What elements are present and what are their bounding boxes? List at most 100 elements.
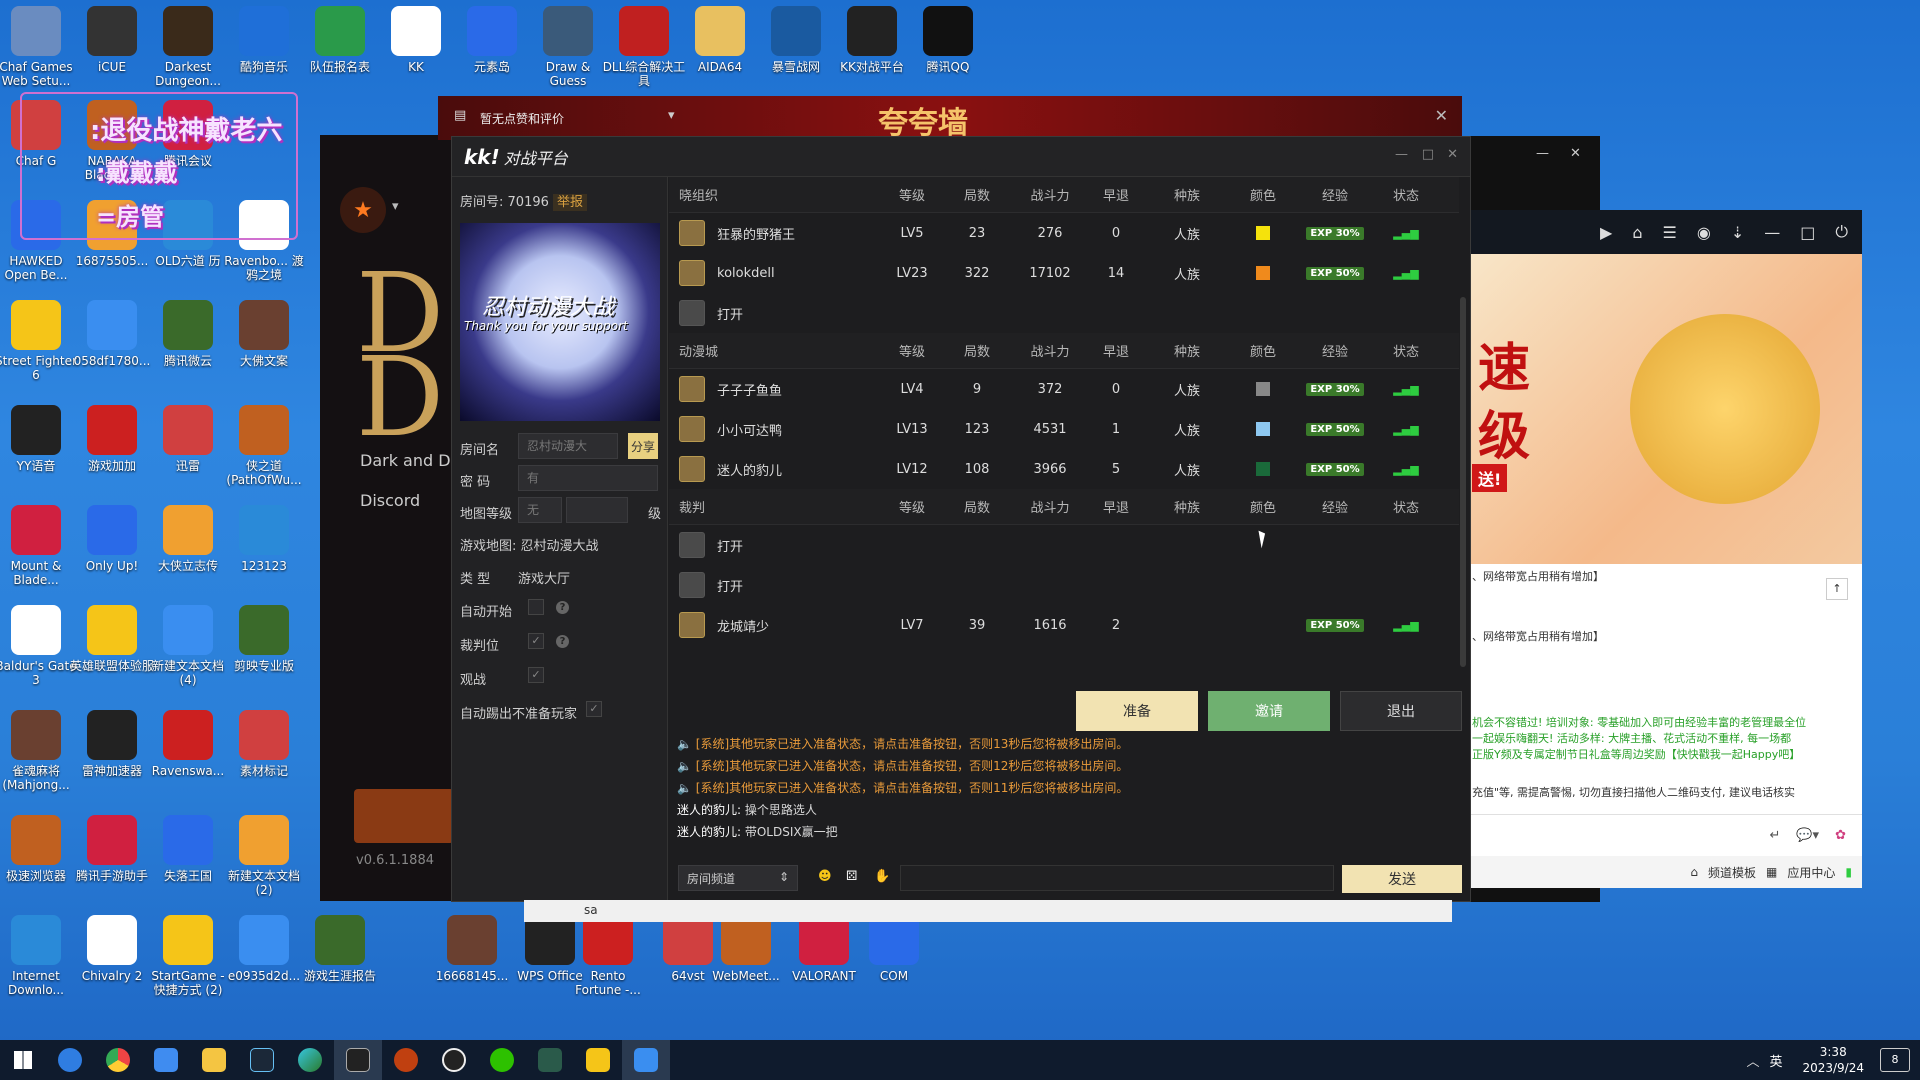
desktop-icon[interactable]: StartGame - 快捷方式 (2) [146,915,230,997]
ready-button[interactable]: 准备 [1076,691,1198,731]
video-icon[interactable]: ▶ [1600,223,1612,242]
player-row[interactable]: 狂暴的野猪王 LV5 23 276 0 人族 EXP 30% ▂▄▆ [669,213,1459,253]
windows-start-icon[interactable] [0,1040,46,1080]
spectate-checkbox[interactable]: ✓ [528,667,544,683]
desktop-icon[interactable]: 素材标记 [222,710,306,778]
game-title[interactable]: Dark and D [360,451,451,470]
chevron-down-icon[interactable]: ▾ [668,108,675,123]
desktop-icon[interactable]: Darkest Dungeon... [146,6,230,88]
edge-icon[interactable] [286,1040,334,1080]
chrome-icon[interactable] [94,1040,142,1080]
map-level-input[interactable] [566,497,628,523]
maximize-icon[interactable]: □ [1800,223,1815,242]
player-row[interactable]: 打开 [669,525,1459,565]
play-button[interactable] [354,789,454,843]
map-level-select[interactable]: 无 [518,497,562,523]
desktop-icon[interactable]: 雀魂麻将 (Mahjong... [0,710,78,792]
yy-promo-banner[interactable]: 速 级 送! [1470,254,1862,564]
player-row[interactable]: 子子子鱼鱼 LV4 9 372 0 人族 EXP 30% ▂▄▆ [669,369,1459,409]
desktop-icon[interactable]: Internet Downlo... [0,915,78,997]
player-row[interactable]: 龙城靖少 LV7 39 1616 2 EXP 50% ▂▄▆ [669,605,1459,645]
minimize-icon[interactable]: — [1395,147,1408,162]
desktop-icon[interactable]: 侠之道 (PathOfWu... [222,405,306,487]
desktop-icon[interactable]: 队伍报名表 [298,6,382,74]
kugou-icon[interactable] [46,1040,94,1080]
desktop-icon[interactable]: Chaf Games Web Setu... [0,6,78,88]
close-icon[interactable]: ✕ [1447,147,1458,162]
apps-icon[interactable]: ▦ [1766,865,1777,879]
exit-button[interactable]: 退出 [1340,691,1462,731]
desktop-icon[interactable]: 大侠立志传 [146,505,230,573]
tray-chevron-icon[interactable]: ︿ [1746,1051,1759,1070]
gameplus-taskbar-icon[interactable] [622,1040,670,1080]
notification-icon[interactable]: 8 [1880,1048,1910,1072]
room-name-input[interactable]: 忍村动漫大 [518,433,618,459]
password-input[interactable]: 有 [518,465,658,491]
wechat-icon[interactable] [478,1040,526,1080]
record-taskbar-icon[interactable] [430,1040,478,1080]
chat-icon[interactable]: 💬▾ [1796,828,1819,843]
close-icon[interactable]: ✕ [1435,106,1448,125]
desktop-icon[interactable]: YY语音 [0,405,78,473]
invite-button[interactable]: 邀请 [1208,691,1330,731]
auto-kick-checkbox[interactable]: ✓ [586,701,602,717]
report-button[interactable]: 举报 [553,194,588,211]
help-icon[interactable]: ? [556,601,569,614]
desktop-icon[interactable]: Baldur's Gate 3 [0,605,78,687]
desktop-icon[interactable]: 腾讯QQ [906,6,990,74]
desktop-icon[interactable]: 酷狗音乐 [222,6,306,74]
desktop-icon[interactable]: 迅雷 [146,405,230,473]
emoji-icon[interactable]: ☻ [818,869,832,884]
maximize-icon[interactable]: □ [1422,147,1434,162]
send-button[interactable]: 发送 [1342,865,1462,893]
launcher-taskbar-icon[interactable] [382,1040,430,1080]
desktop-icon[interactable]: COM [852,915,936,983]
scroll-up-icon[interactable]: ↑ [1826,578,1848,600]
player-row[interactable]: 小小可达鸭 LV13 123 4531 1 人族 EXP 50% ▂▄▆ [669,409,1459,449]
minimize-icon[interactable]: — [1536,146,1549,161]
close-icon[interactable]: ✕ [1570,146,1581,161]
power-icon[interactable]: ⏻ [1835,222,1848,242]
player-row[interactable]: 迷人的豹儿 LV12 108 3966 5 人族 EXP 50% ▂▄▆ [669,449,1459,489]
referee-slot-checkbox[interactable]: ✓ [528,633,544,649]
kk-taskbar-icon[interactable] [334,1040,382,1080]
gamepad-icon[interactable]: ◉ [1697,223,1711,242]
desktop-icon[interactable]: 元素岛 [450,6,534,74]
desktop-icon[interactable]: 剪映专业版 [222,605,306,673]
desktop-icon[interactable]: 游戏加加 [70,405,154,473]
minimize-icon[interactable]: — [1764,223,1780,242]
home-icon[interactable]: ⌂ [1690,865,1698,879]
desktop-icon[interactable]: 新建文本文档 (2) [222,815,306,897]
player-row[interactable]: 打开 [669,565,1459,605]
desktop-icon[interactable]: Mount & Blade... [0,505,78,587]
desktop-icon[interactable]: Ravenswa... [146,710,230,778]
desktop-icon[interactable]: 失落王国 [146,815,230,883]
list-icon[interactable]: ☰ [1663,223,1677,242]
desktop-icon[interactable]: 腾讯手游助手 [70,815,154,883]
yy-taskbar-icon[interactable] [574,1040,622,1080]
desktop-icon[interactable]: Draw & Guess [526,6,610,88]
desktop-icon[interactable]: Rento Fortune -... [566,915,650,997]
player-row[interactable]: 打开 [669,293,1459,333]
clock[interactable]: 3:38 2023/9/24 [1802,1044,1864,1076]
auto-start-checkbox[interactable] [528,599,544,615]
desktop-icon[interactable]: 极速浏览器 [0,815,78,883]
help-icon[interactable]: ? [556,635,569,648]
channel-template-button[interactable]: 频道模板 [1708,864,1756,881]
hand-icon[interactable]: ✋ [874,869,890,884]
desktop-icon[interactable]: 暴雪战网 [754,6,838,74]
file-explorer-icon[interactable] [190,1040,238,1080]
player-row[interactable]: kolokdell LV23 322 17102 14 人族 EXP 50% ▂▄▆ [669,253,1459,293]
home-icon[interactable]: ⌂ [1632,223,1642,242]
flower-icon[interactable]: ✿ [1835,828,1846,843]
share-button[interactable]: 分享 [628,433,658,459]
desktop-icon[interactable]: 16668145... [430,915,514,983]
desktop-icon[interactable]: Chivalry 2 [70,915,154,983]
desktop-icon[interactable]: AIDA64 [678,6,762,74]
steam-icon[interactable] [238,1040,286,1080]
discord-link[interactable]: Discord [360,491,420,510]
app-center-button[interactable]: 应用中心 [1787,864,1835,881]
desktop-icon[interactable]: 新建文本文档 (4) [146,605,230,687]
desktop-icon[interactable]: 游戏生涯报告 [298,915,382,983]
desktop-icon[interactable]: DLL综合解决工具 [602,6,686,88]
